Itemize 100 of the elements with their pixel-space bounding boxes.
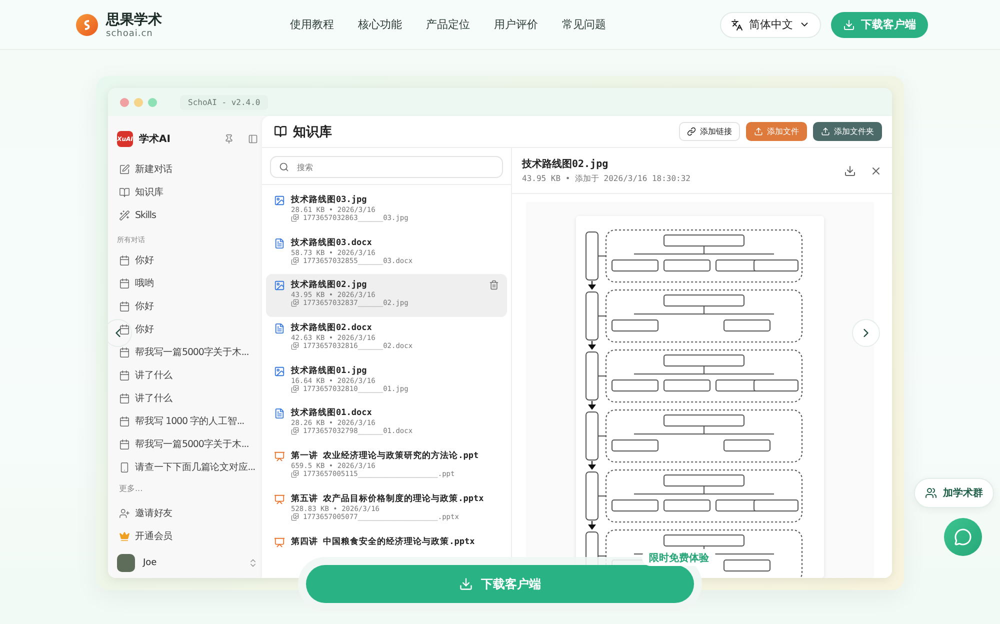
action-button[interactable]: 添加文件夹 xyxy=(813,122,882,141)
app-name: 学术AI xyxy=(139,132,172,146)
page-title: 知识库 xyxy=(293,124,333,140)
images-icon xyxy=(291,470,299,478)
nav-link[interactable]: 用户评价 xyxy=(494,17,538,32)
conversation-item[interactable]: 请查一下下面几篇论文对应... xyxy=(117,456,258,479)
presentation-icon xyxy=(274,451,285,462)
images-icon xyxy=(291,342,299,350)
sidebar-item[interactable]: Skills xyxy=(117,204,258,227)
domain-text: schoai.cn xyxy=(106,28,154,38)
file-name: 技术路线图01.docx xyxy=(291,407,373,420)
download-icon xyxy=(459,577,473,591)
images-icon xyxy=(291,299,299,308)
book-icon xyxy=(274,125,287,138)
file-name: 技术路线图02.docx xyxy=(291,322,373,334)
image-file-icon xyxy=(274,366,285,377)
file-name: 第五讲 农产品目标价格制度的理论与政策.pptx xyxy=(291,492,484,505)
search-input[interactable]: 搜索 xyxy=(295,162,494,172)
conversation-item[interactable]: 你好 xyxy=(117,295,258,318)
calendar-icon xyxy=(119,370,130,381)
nav-link[interactable]: 核心功能 xyxy=(358,17,402,32)
search-icon xyxy=(279,162,289,172)
calendar-icon xyxy=(119,347,130,358)
crown-icon xyxy=(119,531,130,542)
wand-icon xyxy=(119,210,130,221)
document-icon xyxy=(274,238,285,249)
calendar-icon xyxy=(119,324,130,335)
file-name: 第四讲 中国粮食安全的经济理论与政策.pptx xyxy=(291,536,475,548)
previous-button[interactable] xyxy=(104,319,132,347)
download-icon[interactable] xyxy=(844,164,856,176)
conversation-item[interactable]: 帮我写 1000 字的人工智... xyxy=(117,410,258,433)
upload-icon xyxy=(821,127,830,136)
conversation-item[interactable]: 帮我写一篇5000字关于木... xyxy=(117,341,258,364)
sidebar-item[interactable]: 邀请好友 xyxy=(117,502,258,525)
sidebar-item[interactable]: 新建对话 xyxy=(117,158,258,181)
chat-bubble-icon xyxy=(954,528,972,546)
avatar xyxy=(117,554,135,572)
calendar-icon xyxy=(119,393,130,404)
conversation-item[interactable]: 帮我写一篇5000字关于木... xyxy=(117,433,258,456)
image-file-icon xyxy=(274,280,285,292)
file-item[interactable]: 第四讲 中国粮食安全的经济理论与政策.pptx xyxy=(266,530,507,548)
conversation-item[interactable]: 哦哟 xyxy=(117,272,258,295)
phone-icon xyxy=(119,462,130,473)
edit-icon xyxy=(119,164,130,175)
language-selector[interactable]: 简体中文 xyxy=(720,12,821,38)
images-icon xyxy=(291,512,299,521)
chat-button[interactable] xyxy=(944,518,982,556)
file-name: 技术路线图03.jpg xyxy=(291,194,368,206)
sidebar-toggle-icon[interactable] xyxy=(248,134,258,144)
brand-name: 思果学术 xyxy=(106,10,162,28)
delete-icon[interactable] xyxy=(489,280,499,290)
close-dot[interactable] xyxy=(120,98,129,106)
presentation-icon xyxy=(274,536,285,548)
preview-file-name: 技术路线图02.jpg xyxy=(522,158,610,171)
book-icon xyxy=(119,187,130,198)
sidebar-item[interactable]: 知识库 xyxy=(117,181,258,204)
calendar-icon xyxy=(119,255,130,266)
pin-icon[interactable] xyxy=(224,134,234,144)
presentation-icon xyxy=(274,494,285,505)
chevron-up-down-icon[interactable] xyxy=(248,558,258,568)
preview-file-meta: 43.95 KB • 添加于 2026/3/16 18:30:32 xyxy=(522,173,692,184)
file-name: 第一讲 农业经济理论与政策研究的方法论.ppt xyxy=(291,450,479,462)
action-button[interactable]: 添加链接 xyxy=(679,122,740,141)
logo-icon xyxy=(76,14,98,36)
calendar-icon xyxy=(119,301,130,312)
users-icon xyxy=(925,487,937,499)
translate-icon xyxy=(731,18,743,30)
calendar-icon xyxy=(119,439,130,450)
nav-link[interactable]: 使用教程 xyxy=(290,17,334,32)
minimize-dot[interactable] xyxy=(134,98,143,106)
join-group-button[interactable]: 加学术群 xyxy=(914,478,994,508)
upload-icon xyxy=(754,127,763,136)
link-icon xyxy=(687,127,696,136)
conversation-item[interactable]: 讲了什么 xyxy=(117,387,258,410)
nav-link[interactable]: 常见问题 xyxy=(562,17,606,32)
document-icon xyxy=(274,408,285,420)
promo-badge: 限时免费体验 xyxy=(642,549,716,566)
maximize-dot[interactable] xyxy=(148,98,157,106)
images-icon xyxy=(291,214,299,222)
images-icon xyxy=(291,384,299,393)
image-file-icon xyxy=(274,195,285,206)
images-icon xyxy=(291,427,299,436)
file-name: 技术路线图01.jpg xyxy=(291,364,368,377)
calendar-icon xyxy=(119,416,130,427)
nav-link[interactable]: 产品定位 xyxy=(426,17,470,32)
conversation-item[interactable]: 你好 xyxy=(117,249,258,272)
document-icon xyxy=(274,323,285,334)
sidebar-item[interactable]: 开通会员 xyxy=(117,525,258,548)
download-icon xyxy=(843,18,855,30)
window-title: SchoAI - v2.4.0 xyxy=(180,94,268,110)
search-field[interactable]: 搜索 xyxy=(270,156,503,178)
user-plus-icon xyxy=(119,508,130,519)
conversation-item[interactable]: 讲了什么 xyxy=(117,364,258,387)
file-name: 技术路线图02.jpg xyxy=(291,279,368,292)
file-name: 技术路线图03.docx xyxy=(291,236,373,249)
calendar-icon xyxy=(119,278,130,289)
close-icon[interactable] xyxy=(870,164,882,176)
user-name: Joe xyxy=(143,558,158,568)
images-icon xyxy=(291,256,299,265)
conversation-item[interactable]: 你好 xyxy=(117,318,258,341)
